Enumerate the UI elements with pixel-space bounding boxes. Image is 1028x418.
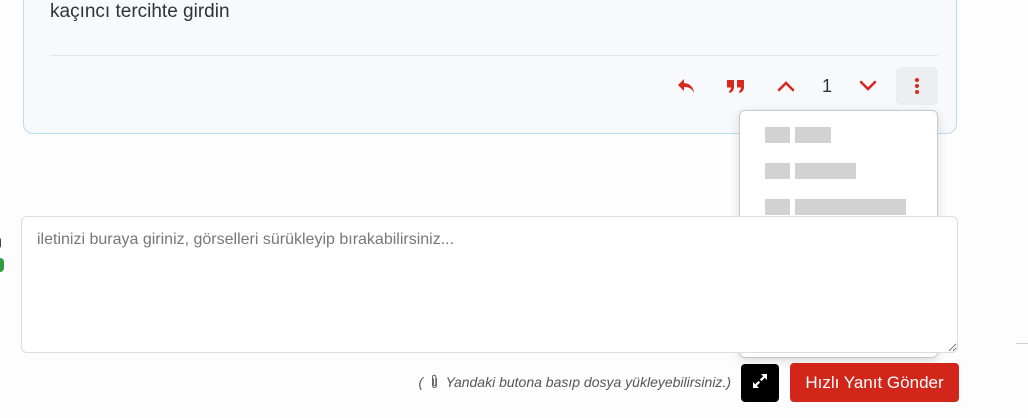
quote-button[interactable] — [721, 67, 751, 105]
chevron-down-icon — [859, 80, 877, 92]
post-divider — [50, 55, 938, 56]
hint-text: Yandaki butona basıp dosya yükleyebilirs… — [445, 374, 731, 390]
reply-icon — [676, 77, 696, 95]
post-actions: 1 — [24, 67, 956, 107]
more-options-button[interactable] — [896, 67, 938, 105]
vote-count: 1 — [821, 75, 832, 96]
menu-item-label — [795, 163, 856, 179]
edge-divider — [1016, 343, 1028, 344]
avatar-edge — [0, 238, 1, 248]
menu-item-icon — [765, 199, 790, 215]
quote-icon — [726, 78, 746, 94]
reply-button[interactable] — [671, 67, 701, 105]
downvote-button[interactable] — [853, 67, 883, 105]
menu-item-icon — [765, 127, 790, 143]
menu-item-icon — [765, 163, 790, 179]
menu-item-label — [795, 127, 831, 143]
paperclip-icon — [430, 374, 439, 392]
chevron-up-icon — [777, 80, 795, 92]
post-text: kaçıncı tercihte girdin — [50, 1, 230, 22]
expand-editor-button[interactable] — [741, 364, 779, 402]
reply-input[interactable] — [21, 216, 958, 353]
vertical-ellipsis-icon — [914, 77, 920, 95]
expand-icon — [750, 371, 770, 396]
hint-open-paren: ( — [418, 374, 424, 390]
online-status-dot — [0, 258, 4, 272]
menu-item-label — [795, 199, 906, 215]
quick-reply-send-button[interactable]: Hızlı Yanıt Gönder — [790, 363, 959, 402]
upvote-button[interactable] — [771, 67, 801, 105]
upload-hint: ( Yandaki butona basıp dosya yükleyebili… — [418, 374, 731, 392]
